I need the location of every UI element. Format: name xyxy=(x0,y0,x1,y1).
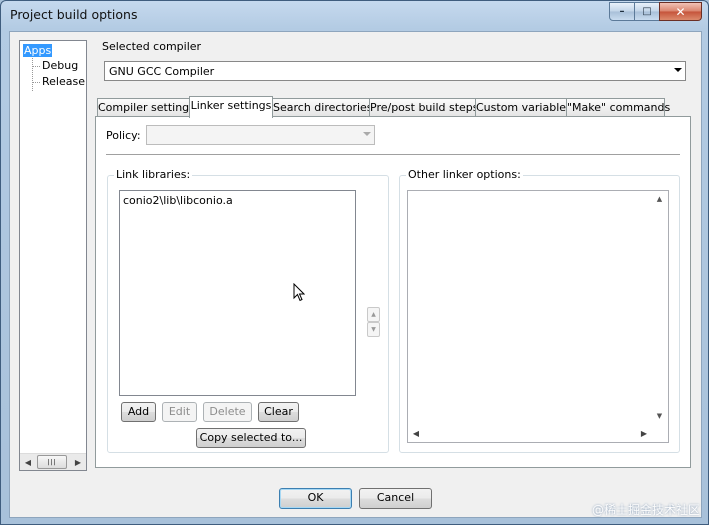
scroll-right-icon[interactable]: ▶ xyxy=(636,425,652,441)
link-libraries-group: Link libraries: conio2\lib\libconio.a Ad… xyxy=(107,168,389,453)
delete-button[interactable]: Delete xyxy=(203,402,252,422)
copy-selected-to-button[interactable]: Copy selected to... xyxy=(196,428,306,448)
ok-button[interactable]: OK xyxy=(279,488,352,509)
dialog-client: Apps Debug Release ◀ ||| ▶ Selected comp… xyxy=(9,31,702,518)
watermark-text: @稀土掘金技术社区 xyxy=(591,503,700,517)
tree-item-debug[interactable]: Debug xyxy=(42,59,78,72)
scroll-left-icon[interactable]: ◀ xyxy=(408,425,424,441)
move-up-arrow-icon[interactable]: ▲ xyxy=(367,307,380,322)
add-button[interactable]: Add xyxy=(121,402,156,422)
tree-connector xyxy=(32,58,33,91)
tree-item-apps[interactable]: Apps xyxy=(23,44,53,57)
minimize-icon: – xyxy=(619,6,625,17)
separator xyxy=(106,154,680,155)
clear-button[interactable]: Clear xyxy=(258,402,299,422)
tab-custom-variables[interactable]: Custom variables xyxy=(475,98,572,117)
options-horizontal-scrollbar[interactable]: ◀ ▶ xyxy=(408,425,652,442)
tab-linker-settings[interactable]: Linker settings xyxy=(189,96,273,118)
tab-make-commands[interactable]: "Make" commands xyxy=(566,98,670,117)
other-linker-options-title: Other linker options: xyxy=(406,168,523,181)
tree-connector xyxy=(32,82,40,83)
tab-compiler-settings[interactable]: Compiler settings xyxy=(97,98,195,117)
dialog-window: Project build options – □ ✕ Apps Debug R… xyxy=(0,0,709,525)
scroll-thumb[interactable]: ||| xyxy=(37,455,67,469)
policy-label: Policy: xyxy=(106,129,141,142)
linker-settings-panel: Policy: Link libraries: conio2\lib\libco… xyxy=(95,116,691,468)
tree-item-release[interactable]: Release xyxy=(42,75,85,88)
scroll-right-icon[interactable]: ▶ xyxy=(70,454,86,470)
dropdown-arrow-icon xyxy=(363,132,371,136)
mouse-pointer-icon xyxy=(293,283,305,302)
tree-connector xyxy=(32,66,40,67)
minimize-button[interactable]: – xyxy=(609,2,635,21)
caption-buttons: – □ ✕ xyxy=(609,2,702,21)
other-linker-options-group: Other linker options: ▲ ▼ ◀ ▶ xyxy=(399,168,680,453)
link-libraries-title: Link libraries: xyxy=(114,168,193,181)
scroll-down-icon[interactable]: ▼ xyxy=(651,408,668,424)
list-item[interactable]: conio2\lib\libconio.a xyxy=(123,194,233,207)
policy-select[interactable] xyxy=(146,125,375,145)
dropdown-arrow-icon xyxy=(674,68,682,72)
window-title: Project build options xyxy=(10,7,138,22)
move-down-arrow-icon[interactable]: ▼ xyxy=(367,322,380,337)
maximize-button[interactable]: □ xyxy=(634,2,660,21)
link-libraries-list[interactable]: conio2\lib\libconio.a xyxy=(119,190,356,396)
options-vertical-scrollbar[interactable]: ▲ ▼ xyxy=(651,191,668,442)
close-icon: ✕ xyxy=(675,4,686,19)
build-target-tree[interactable]: Apps Debug Release ◀ ||| ▶ xyxy=(19,40,87,471)
compiler-select[interactable]: GNU GCC Compiler xyxy=(104,61,686,81)
scroll-up-icon[interactable]: ▲ xyxy=(651,191,668,207)
close-button[interactable]: ✕ xyxy=(659,2,702,21)
edit-button[interactable]: Edit xyxy=(162,402,197,422)
tab-search-directories[interactable]: Search directories xyxy=(272,98,373,117)
other-linker-options-textarea[interactable]: ▲ ▼ ◀ ▶ xyxy=(407,190,669,443)
tree-horizontal-scrollbar[interactable]: ◀ ||| ▶ xyxy=(20,453,86,470)
compiler-select-value: GNU GCC Compiler xyxy=(109,65,215,78)
cancel-button[interactable]: Cancel xyxy=(359,488,432,509)
maximize-icon: □ xyxy=(642,6,652,17)
selected-compiler-label: Selected compiler xyxy=(102,40,202,53)
tab-pre-post-build-steps[interactable]: Pre/post build steps xyxy=(369,98,479,117)
scroll-left-icon[interactable]: ◀ xyxy=(20,454,36,470)
